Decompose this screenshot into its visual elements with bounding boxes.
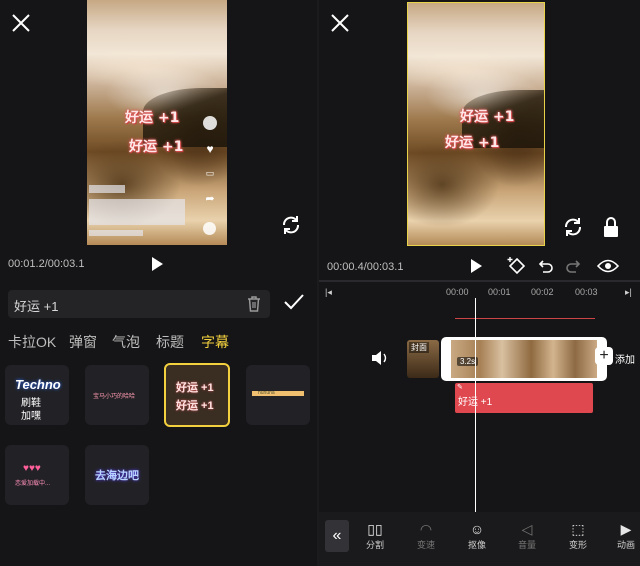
split-icon: ▯▯ — [367, 521, 383, 537]
tool-animation[interactable]: ▶ 动画 — [608, 520, 640, 551]
tool-label: 音量 — [517, 540, 536, 550]
playback-timecode: 00:01.2/00:03.1 — [8, 258, 85, 270]
animation-icon: ▶ — [620, 521, 632, 537]
tile-text: Techno — [15, 377, 61, 392]
rotate-icon[interactable] — [280, 214, 302, 236]
tab-title[interactable]: 标题 — [156, 332, 184, 352]
heart-icon: ♥ — [206, 142, 214, 156]
tab-subtitle[interactable]: 字幕 — [201, 332, 229, 352]
collapse-chevron-icon[interactable]: « — [325, 520, 349, 552]
tile-text: ♥♥♥ — [23, 463, 41, 474]
ruler-mark: 00:01 — [488, 287, 511, 297]
volume-icon: ◁ — [521, 521, 533, 537]
cutout-icon: ☺ — [469, 521, 485, 537]
speed-icon: ◠ — [419, 521, 433, 537]
tool-label: 抠像 — [467, 540, 486, 550]
jump-start-icon[interactable]: |◂ — [325, 287, 332, 298]
playhead[interactable] — [475, 298, 476, 512]
style-tile-selected[interactable]: 好运 +1 好运 +1 — [164, 363, 230, 427]
tool-label: 分割 — [365, 540, 384, 550]
style-tile-beach[interactable]: 去海边吧 — [85, 445, 149, 505]
caption-placeholder-bar — [89, 185, 125, 193]
tile-text: 好运 +1 — [176, 382, 214, 394]
undo-icon[interactable] — [538, 258, 554, 274]
play-button[interactable] — [152, 257, 163, 271]
tool-volume[interactable]: ◁ 音量 — [509, 520, 545, 551]
tool-cutout[interactable]: ☺ 抠像 — [459, 520, 495, 551]
close-icon[interactable] — [329, 12, 351, 34]
tool-split[interactable]: ▯▯ 分割 — [357, 520, 393, 551]
style-tile-banner[interactable]: nununa — [246, 365, 310, 425]
caption-placeholder-block — [89, 199, 185, 225]
text-input-field[interactable]: 好运 +1 — [8, 290, 270, 318]
overlay-text-top: 好运 +1 — [460, 109, 515, 125]
rotate-icon[interactable] — [562, 216, 584, 238]
tile-text: 加嘿 — [21, 411, 41, 422]
tile-text: 好运 +1 — [176, 400, 214, 412]
video-preview[interactable]: 好运 +1 好运 +1 ♥ ▭ ➦ — [87, 0, 227, 245]
redo-icon[interactable] — [565, 258, 581, 274]
audio-track-line — [455, 318, 595, 319]
edit-pencil-icon: ✎ — [457, 384, 463, 391]
tab-karaoke[interactable]: 卡拉OK — [8, 332, 56, 352]
tile-text: 去海边吧 — [95, 470, 139, 482]
preview-eye-icon[interactable] — [597, 258, 619, 274]
ruler-mark: 00:03 — [575, 287, 598, 297]
ruler-mark: 00:02 — [531, 287, 554, 297]
video-clip[interactable]: 3.2s — [441, 337, 607, 381]
caption-placeholder-line — [89, 230, 143, 236]
keyframe-icon[interactable] — [507, 256, 527, 276]
style-tile-techno[interactable]: Techno 刷鞋 加嘿 — [5, 365, 69, 425]
comment-icon: ▭ — [205, 168, 215, 178]
share-icon: ➦ — [205, 193, 215, 205]
trash-icon[interactable] — [246, 295, 262, 313]
tool-label: 变形 — [568, 540, 587, 550]
cover-thumbnail[interactable]: 封面 — [407, 340, 439, 378]
tab-popup[interactable]: 弹窗 — [69, 332, 97, 352]
volume-icon[interactable] — [371, 350, 389, 366]
text-input-value: 好运 +1 — [14, 299, 59, 314]
clip-frames: 3.2s — [451, 340, 597, 378]
ruler-mark: 00:00 — [446, 287, 469, 297]
add-clip-plus-icon[interactable]: + — [595, 347, 613, 365]
style-tile-handwriting[interactable]: 宝马小巧的哈哈 — [85, 365, 149, 425]
divider — [319, 280, 640, 282]
jump-end-icon[interactable]: ▸| — [625, 287, 632, 298]
tab-bubble[interactable]: 气泡 — [112, 332, 140, 352]
play-button[interactable] — [471, 259, 482, 273]
overlay-text-top: 好运 +1 — [125, 110, 180, 126]
style-tile-love[interactable]: ♥♥♥ 恋爱加载中... — [5, 445, 69, 505]
music-disc-icon — [203, 222, 216, 235]
overlay-text-bottom: 好运 +1 — [445, 135, 500, 151]
playback-timecode: 00:00.4/00:03.1 — [327, 261, 404, 273]
right-panel: 好运 +1 好运 +1 00:00.4/00:03.1 |◂ ▸| 00:00 … — [319, 0, 640, 566]
overlay-text-bottom: 好运 +1 — [129, 139, 184, 155]
tile-text: nununa — [258, 390, 275, 396]
video-preview[interactable]: 好运 +1 好运 +1 — [407, 2, 545, 246]
add-clip-label[interactable]: 添加 — [615, 351, 635, 366]
tool-label: 动画 — [616, 540, 635, 550]
lock-icon[interactable] — [602, 216, 620, 238]
confirm-check-icon[interactable] — [283, 293, 305, 311]
tool-label: 变速 — [416, 540, 435, 550]
tool-speed[interactable]: ◠ 变速 — [408, 520, 444, 551]
close-icon[interactable] — [10, 12, 32, 34]
avatar-dot-icon — [203, 116, 217, 130]
cover-label: 封面 — [409, 342, 429, 353]
transform-icon: ⬚ — [571, 521, 585, 537]
left-panel: 好运 +1 好运 +1 ♥ ▭ ➦ 00:01.2/00:03.1 好运 +1 … — [0, 0, 317, 566]
tile-text: 恋爱加载中... — [15, 481, 51, 487]
tile-text: 宝马小巧的哈哈 — [93, 394, 136, 400]
tool-transform[interactable]: ⬚ 变形 — [560, 520, 596, 551]
